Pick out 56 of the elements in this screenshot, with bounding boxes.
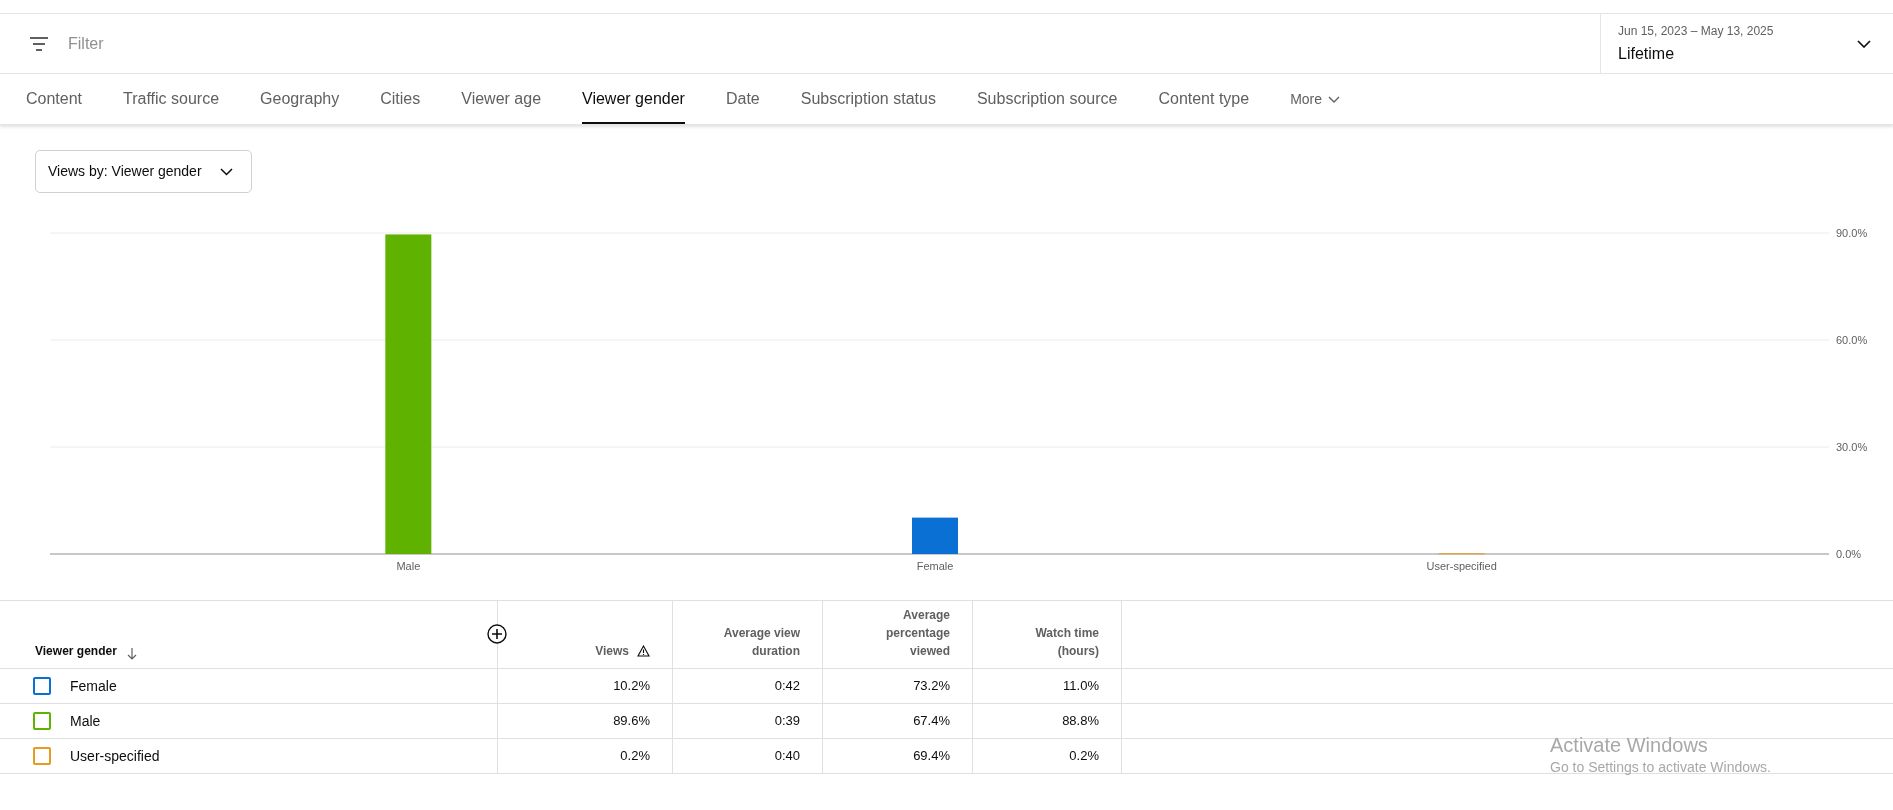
axis-tick-label: 60.0%: [1836, 334, 1868, 346]
category-label: Male: [396, 560, 421, 572]
table-cell-text: 10.2%: [613, 677, 650, 696]
checkbox[interactable]: [33, 677, 51, 695]
tab[interactable]: Subscription source: [976, 74, 1118, 124]
period-label: Lifetime: [1618, 43, 1676, 64]
table-cell-text: Male: [70, 711, 101, 731]
filter-icon[interactable]: [29, 35, 49, 52]
table-cell-text: 11.0%: [1063, 677, 1099, 696]
chevron-down-icon: [1857, 39, 1871, 48]
activation-notice-title: Activate Windows: [1550, 733, 1709, 757]
category-label: User-specified: [1426, 560, 1497, 572]
table-cell-text: 0:42: [774, 677, 800, 696]
column-header[interactable]: Watch time (hours): [1019, 624, 1099, 660]
table-cell-text: 0:39: [774, 712, 800, 731]
tab[interactable]: Viewer age: [461, 74, 542, 124]
tab[interactable]: Content: [26, 74, 83, 124]
table-cell-text: User-specified: [70, 746, 160, 766]
bar[interactable]: [912, 517, 958, 554]
table-cell-text: 67.4%: [913, 712, 950, 731]
table-cell-text: 89.6%: [613, 712, 650, 731]
tab[interactable]: Traffic source: [123, 74, 220, 124]
column-header[interactable]: Viewer gender: [35, 642, 117, 660]
warning-icon[interactable]: [637, 645, 650, 657]
table-cell-text: 73.2%: [913, 677, 950, 696]
more-tab[interactable]: More: [1290, 74, 1341, 124]
category-label: Female: [916, 560, 954, 572]
checkbox[interactable]: [33, 712, 51, 730]
column-header[interactable]: Average percentage viewed: [850, 606, 950, 660]
tab[interactable]: Cities: [380, 74, 421, 124]
table-cell-text: 0.2%: [1069, 747, 1099, 766]
add-column-icon[interactable]: [487, 624, 507, 644]
chevron-down-icon: [1328, 95, 1341, 103]
activation-notice-text: Go to Settings to activate Windows.: [1550, 758, 1771, 777]
tab[interactable]: Date: [725, 74, 760, 124]
chevron-down-icon: [220, 167, 233, 176]
table-cell-text: Female: [70, 676, 117, 696]
filter-field[interactable]: Filter: [68, 31, 1600, 56]
axis-tick-label: 90.0%: [1836, 227, 1868, 239]
tab[interactable]: Viewer gender: [582, 74, 685, 124]
metric-dropdown[interactable]: Views by: Viewer gender: [35, 150, 252, 193]
tab[interactable]: Subscription status: [800, 74, 936, 124]
column-header[interactable]: Average view duration: [700, 624, 800, 660]
tab[interactable]: Content type: [1158, 74, 1250, 124]
checkbox[interactable]: [33, 747, 51, 765]
table-cell-text: 0.2%: [620, 747, 650, 766]
date-range: Jun 15, 2023 – May 13, 2025: [1618, 22, 1775, 40]
table-cell-text: 69.4%: [913, 747, 950, 766]
tab[interactable]: Geography: [260, 74, 340, 124]
table-cell-text: 88.8%: [1062, 712, 1099, 731]
axis-tick-label: 0.0%: [1836, 548, 1862, 560]
sort-arrow-icon[interactable]: [126, 648, 137, 660]
date-range-picker[interactable]: Jun 15, 2023 – May 13, 2025 Lifetime: [1600, 14, 1893, 73]
column-header[interactable]: Views: [595, 642, 629, 660]
axis-tick-label: 30.0%: [1836, 441, 1868, 453]
table-cell-text: 0:40: [774, 747, 800, 766]
